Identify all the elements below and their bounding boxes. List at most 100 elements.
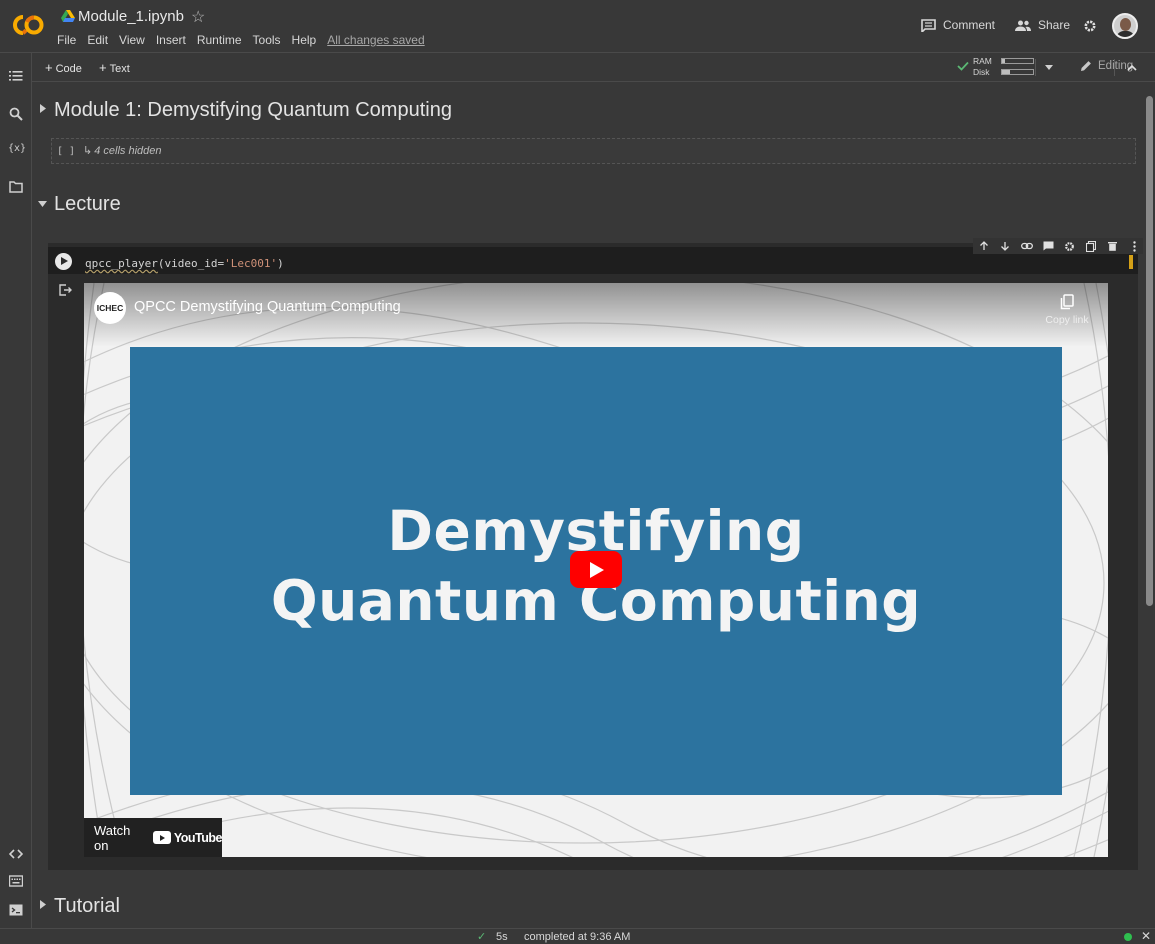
collapse-header-chevron-icon[interactable] [1127,64,1137,71]
more-options-icon[interactable] [1124,238,1146,254]
add-text-cell-button[interactable]: + Text [99,60,130,75]
files-folder-icon[interactable] [9,180,23,194]
copy-link-label: Copy link [1045,314,1089,326]
notebook-toolbar: + Code + Text RAM Disk Editing [32,53,1155,82]
menu-tools[interactable]: Tools [253,33,281,47]
menu-runtime[interactable]: Runtime [197,33,242,47]
comment-button[interactable]: Comment [921,18,995,32]
youtube-video-embed[interactable]: Demystifying Quantum Computing ICHEC QPC… [84,283,1108,857]
delete-cell-icon[interactable] [1102,238,1124,254]
status-bar: ✓ 5s completed at 9:36 AM ✕ [0,928,1155,944]
pencil-icon [1081,61,1091,71]
toolbar-divider [1114,59,1115,76]
execution-completed-text: completed at 9:36 AM [524,931,631,943]
menu-insert[interactable]: Insert [156,33,186,47]
runtime-connected-dot[interactable] [1124,933,1132,941]
cell-run-brackets: [ ] [57,146,76,157]
section-collapse-caret-icon[interactable] [38,201,47,207]
disk-usage-fill [1002,70,1010,74]
video-top-overlay [84,283,1108,347]
plus-icon: + [45,60,53,75]
code-line[interactable]: qpcc_player(video_id='Lec001') [85,257,284,270]
section-title-module1[interactable]: Module 1: Demystifying Quantum Computing [54,99,452,122]
section-expand-caret-icon[interactable] [40,104,46,113]
section-title-lecture[interactable]: Lecture [54,193,121,216]
code-args: (video_id= [157,257,225,270]
return-arrow-icon: ↳ [83,145,93,157]
plus-icon: + [99,60,107,75]
youtube-logo: YouTube [152,831,223,845]
left-sidebar: {x} [0,53,32,928]
editing-mode-button[interactable]: Editing [1080,60,1133,72]
ram-usage-bar [1001,58,1034,64]
add-code-cell-button[interactable]: + Code [45,60,82,75]
code-cell[interactable]: qpcc_player(video_id='Lec001') Demystify… [48,238,1145,870]
command-palette-icon[interactable] [9,874,23,888]
menu-bar: File Edit View Insert Runtime Tools Help… [57,33,436,47]
colab-logo[interactable] [11,13,45,37]
terminal-icon[interactable] [9,903,23,917]
google-drive-icon[interactable] [61,10,75,22]
channel-avatar[interactable]: ICHEC [94,292,126,324]
run-cell-button[interactable] [55,253,72,270]
add-code-label: Code [55,63,82,75]
resource-monitor-button[interactable]: RAM Disk [957,56,1057,78]
share-label: Share [1038,18,1071,32]
save-status-link[interactable]: All changes saved [327,33,424,47]
cell-toolbar [973,238,1145,254]
disk-label: Disk [973,67,990,77]
app-header: Module_1.ipynb ☆ File Edit View Insert R… [0,0,1155,53]
user-avatar[interactable] [1112,13,1138,39]
code-snippets-icon[interactable] [9,847,23,861]
add-comment-icon[interactable] [1038,238,1060,254]
menu-help[interactable]: Help [292,33,317,47]
add-text-label: Text [109,63,130,75]
share-people-icon [1015,20,1031,31]
code-function-name: qpcc_player [85,257,158,270]
ram-label: RAM [973,56,992,66]
move-cell-down-icon[interactable] [995,238,1017,254]
move-cell-up-icon[interactable] [973,238,995,254]
watch-on-label: Watch on [94,822,131,853]
colab-app: Module_1.ipynb ☆ File Edit View Insert R… [0,0,1155,944]
search-icon[interactable] [9,107,23,121]
comment-icon [921,18,936,32]
vertical-scrollbar[interactable] [1143,83,1155,928]
link-to-cell-icon[interactable] [1016,238,1038,254]
menu-view[interactable]: View [119,33,145,47]
video-title[interactable]: QPCC Demystifying Quantum Computing [134,299,401,315]
ram-usage-fill [1002,59,1006,63]
menu-file[interactable]: File [57,33,76,47]
close-status-icon[interactable]: ✕ [1141,929,1151,943]
mirror-cell-icon[interactable] [1081,238,1103,254]
settings-gear-icon[interactable] [1083,19,1097,33]
cell-focus-marker [1129,255,1133,269]
code-string-literal: 'Lec001' [224,257,278,270]
section-title-tutorial[interactable]: Tutorial [54,895,120,918]
scrollbar-thumb[interactable] [1146,96,1153,606]
disk-usage-bar [1001,69,1034,75]
star-icon[interactable]: ☆ [191,7,205,27]
connected-check-icon [957,61,969,71]
copy-icon [1060,294,1074,310]
copy-link-button[interactable]: Copy link [1042,294,1092,326]
share-button[interactable]: Share [1015,18,1070,32]
output-actions-icon[interactable] [58,283,72,297]
menu-edit[interactable]: Edit [87,33,108,47]
watch-on-youtube-button[interactable]: Watch on YouTube [84,818,223,857]
variables-icon[interactable]: {x} [8,143,26,157]
youtube-play-icon [152,831,171,844]
execution-duration: 5s [496,931,508,943]
hidden-cells-bar[interactable]: [ ] ↳ 4 cells hidden [51,138,1136,164]
table-of-contents-icon[interactable] [9,69,23,83]
section-expand-caret-icon[interactable] [40,900,46,909]
execution-success-check-icon: ✓ [477,931,487,943]
notebook-main: Module 1: Demystifying Quantum Computing… [32,83,1145,928]
code-close-paren: ) [277,257,284,270]
caret-down-icon[interactable] [1045,65,1053,70]
hidden-cells-label: ↳ 4 cells hidden [83,145,162,157]
cell-settings-gear-icon[interactable] [1059,238,1081,254]
youtube-play-button[interactable] [570,551,622,588]
toolbar-divider [1035,59,1036,76]
notebook-title[interactable]: Module_1.ipynb [78,8,184,25]
